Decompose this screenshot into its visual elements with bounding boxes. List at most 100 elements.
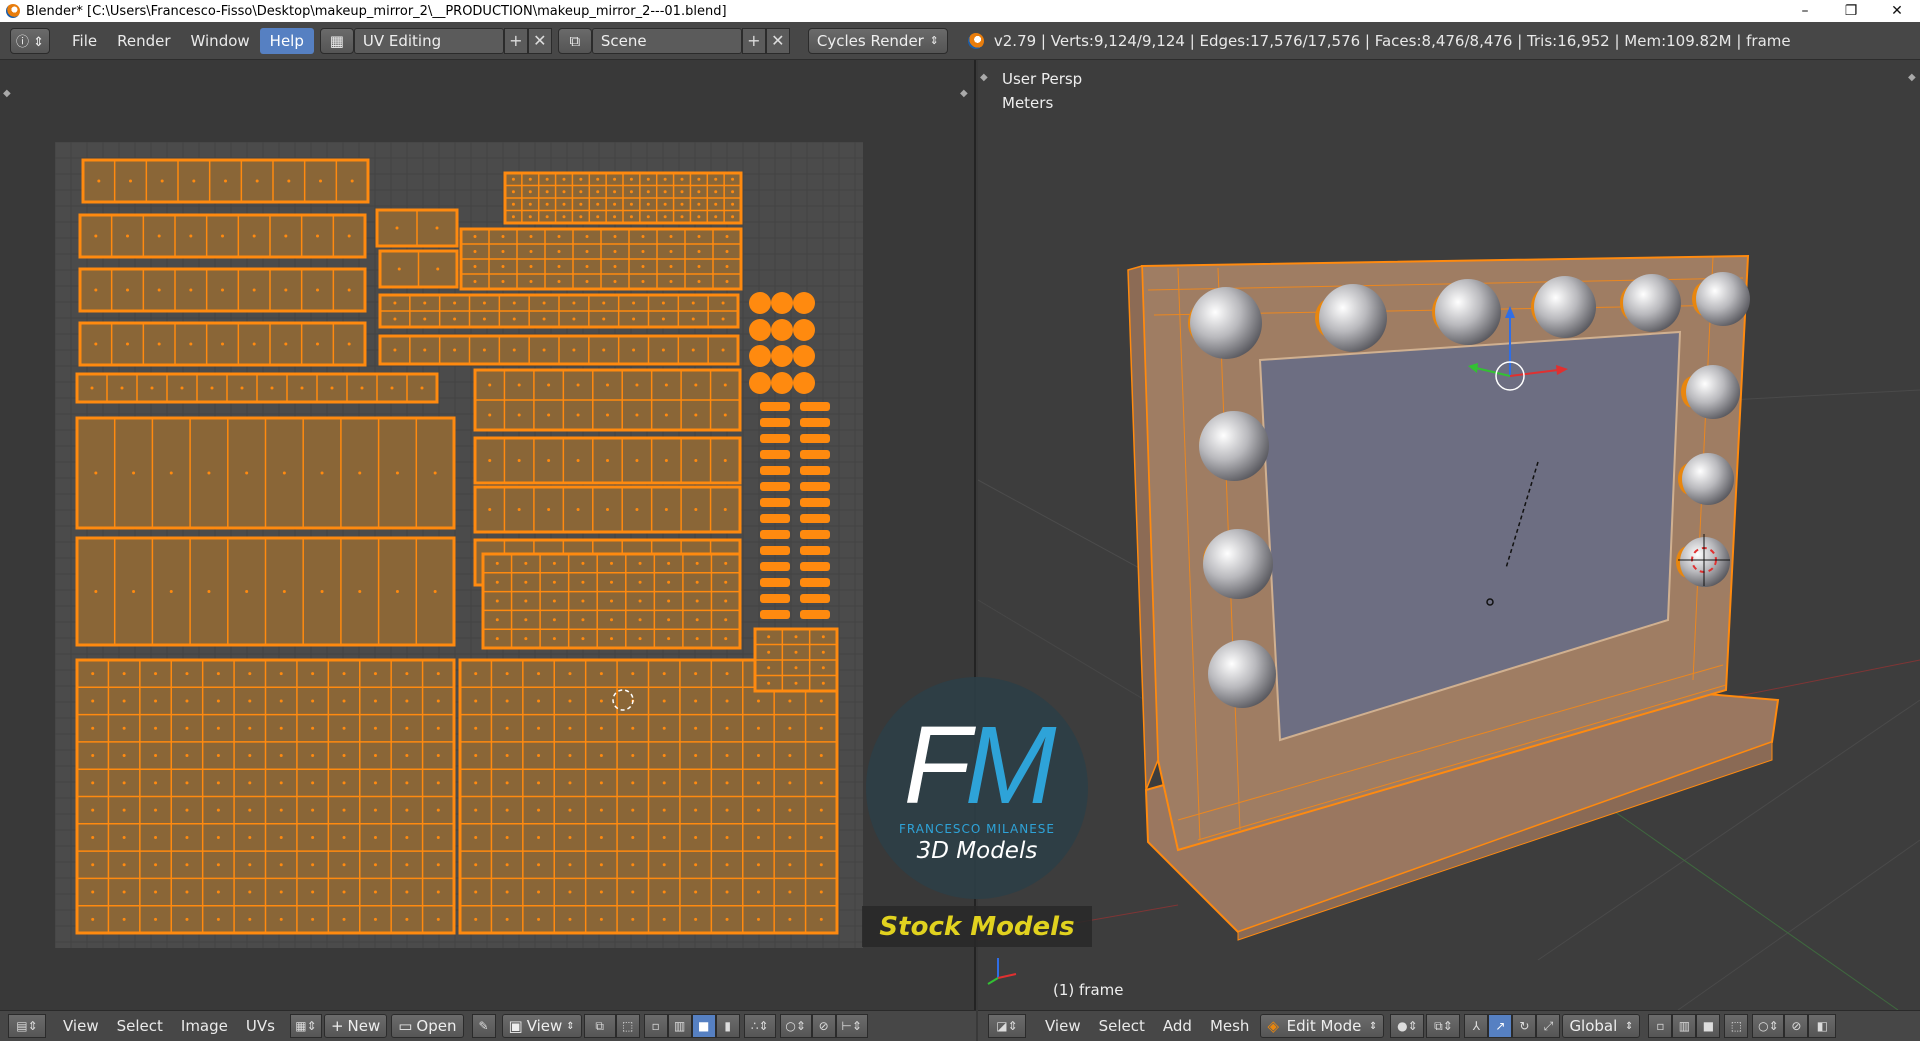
uv-image-editor[interactable]: ◆ ◆ [0, 60, 976, 1010]
face-select-icon[interactable]: ■ [1696, 1014, 1721, 1038]
uv-island[interactable] [793, 292, 815, 314]
uv-island[interactable] [800, 434, 830, 443]
sync-selection-icon[interactable]: ⬚ [615, 1014, 640, 1038]
menu-help[interactable]: Help [259, 27, 314, 54]
snap-element-icon[interactable]: ⊢⇕ [835, 1014, 868, 1038]
uv-island[interactable] [760, 466, 790, 475]
uv-island[interactable] [800, 530, 830, 539]
uv-island[interactable] [760, 402, 790, 411]
vertex-select-icon[interactable]: ▫ [1648, 1014, 1673, 1038]
remove-screen-icon[interactable]: ✕ [527, 27, 552, 54]
edge-select-icon[interactable]: ▥ [1672, 1014, 1697, 1038]
uv-canvas[interactable] [55, 142, 863, 948]
maximize-button[interactable]: ❐ [1828, 0, 1874, 22]
uv-island[interactable] [760, 450, 790, 459]
uv-island[interactable] [749, 372, 771, 394]
screen-layout-field[interactable]: UV Editing [353, 27, 504, 54]
proportional-edit-icon[interactable]: ○⇕ [1752, 1014, 1785, 1038]
add-screen-icon[interactable]: + [503, 27, 528, 54]
uv-menu-image[interactable]: Image [172, 1013, 237, 1039]
uv-island[interactable] [793, 345, 815, 367]
snap-icon[interactable]: ⊘ [1784, 1014, 1809, 1038]
snap-element-icon[interactable]: ◧ [1808, 1014, 1837, 1038]
remove-scene-icon[interactable]: ✕ [765, 27, 790, 54]
uv-island[interactable] [800, 562, 830, 571]
uv-island[interactable] [760, 434, 790, 443]
editor-type-3d-icon[interactable]: ◪⇕ [988, 1014, 1026, 1038]
uv-island[interactable] [749, 292, 771, 314]
uv-island[interactable] [760, 482, 790, 491]
vertex-select-icon[interactable]: ▫ [643, 1014, 668, 1038]
uv-island[interactable] [793, 319, 815, 341]
uv-island[interactable] [800, 402, 830, 411]
proportional-edit-icon[interactable]: ○⇕ [779, 1014, 812, 1038]
browse-image-icon[interactable]: ▦⇕ [289, 1014, 322, 1038]
v3d-menu-view[interactable]: View [1036, 1013, 1090, 1039]
uv-island[interactable] [771, 372, 793, 394]
v3d-menu-mesh[interactable]: Mesh [1201, 1013, 1259, 1039]
uv-island[interactable] [800, 610, 830, 619]
uv-island[interactable] [800, 594, 830, 603]
rotate-manipulator-icon[interactable]: ↻ [1512, 1014, 1537, 1038]
uv-island[interactable] [760, 514, 790, 523]
pivot-icon[interactable]: ⧉ [583, 1014, 616, 1038]
pivot-point-icon[interactable]: ⧉⇕ [1426, 1014, 1461, 1038]
viewport-shading-icon[interactable]: ●⇕ [1390, 1014, 1425, 1038]
transform-orientation-dropdown[interactable]: Global ⇕ [1562, 1014, 1641, 1038]
mode-dropdown[interactable]: ◈ Edit Mode ⇕ [1260, 1014, 1385, 1038]
menu-file[interactable]: File [62, 28, 107, 54]
uv-island[interactable] [760, 546, 790, 555]
pin-icon[interactable]: ✎ [471, 1014, 496, 1038]
minimize-button[interactable]: – [1782, 0, 1828, 22]
uv-layout[interactable] [55, 142, 863, 948]
uv-island[interactable] [800, 466, 830, 475]
uv-island[interactable] [800, 418, 830, 427]
editor-type-info-button[interactable]: ⓘ ⇕ [10, 27, 50, 54]
area-split-icon[interactable]: ◆ [3, 88, 11, 99]
add-scene-icon[interactable]: + [741, 27, 766, 54]
island-select-icon[interactable]: ▮ [715, 1014, 740, 1038]
uv-island[interactable] [800, 514, 830, 523]
menu-window[interactable]: Window [181, 28, 260, 54]
screen-layout-icon[interactable]: ▦ [319, 27, 354, 54]
uv-island[interactable] [760, 418, 790, 427]
edge-select-icon[interactable]: ▥ [667, 1014, 692, 1038]
uv-island[interactable] [760, 594, 790, 603]
uv-island[interactable] [793, 372, 815, 394]
uv-island[interactable] [760, 578, 790, 587]
v3d-menu-add[interactable]: Add [1154, 1013, 1201, 1039]
close-button[interactable]: ✕ [1874, 0, 1920, 22]
editor-type-image-icon[interactable]: ▤⇕ [8, 1014, 46, 1038]
new-image-button[interactable]: + New [323, 1014, 388, 1038]
scene-field[interactable]: Scene [591, 27, 742, 54]
scale-manipulator-icon[interactable]: ⤢ [1536, 1014, 1561, 1038]
menu-render[interactable]: Render [107, 28, 180, 54]
manipulator-toggle-icon[interactable]: ⅄ [1464, 1014, 1489, 1038]
uv-island[interactable] [771, 345, 793, 367]
render-engine-dropdown[interactable]: Cycles Render ⇕ [807, 27, 948, 54]
uv-island[interactable] [749, 319, 771, 341]
uv-island[interactable] [800, 546, 830, 555]
uv-island[interactable] [760, 562, 790, 571]
open-image-button[interactable]: ▭ Open [391, 1014, 464, 1038]
uv-menu-uvs[interactable]: UVs [237, 1013, 284, 1039]
scene-render[interactable] [978, 60, 1920, 1010]
view-mode-dropdown[interactable]: ▣ View ⇕ [501, 1014, 582, 1038]
uv-island[interactable] [760, 498, 790, 507]
uv-island[interactable] [800, 578, 830, 587]
uv-island[interactable] [771, 319, 793, 341]
uv-menu-view[interactable]: View [54, 1013, 108, 1039]
v3d-menu-select[interactable]: Select [1090, 1013, 1154, 1039]
uv-menu-select[interactable]: Select [108, 1013, 172, 1039]
translate-manipulator-icon[interactable]: ↗ [1488, 1014, 1513, 1038]
snap-icon[interactable]: ⊘ [811, 1014, 836, 1038]
limit-selection-icon[interactable]: ⬚ [1724, 1014, 1749, 1038]
uv-island[interactable] [800, 498, 830, 507]
uv-island[interactable] [760, 610, 790, 619]
sticky-select-icon[interactable]: ∴⇕ [743, 1014, 776, 1038]
scene-selector-icon[interactable]: ⧉ [557, 27, 592, 54]
face-select-icon[interactable]: ■ [691, 1014, 716, 1038]
uv-island[interactable] [800, 482, 830, 491]
area-split-icon[interactable]: ◆ [960, 88, 968, 99]
uv-island[interactable] [749, 345, 771, 367]
